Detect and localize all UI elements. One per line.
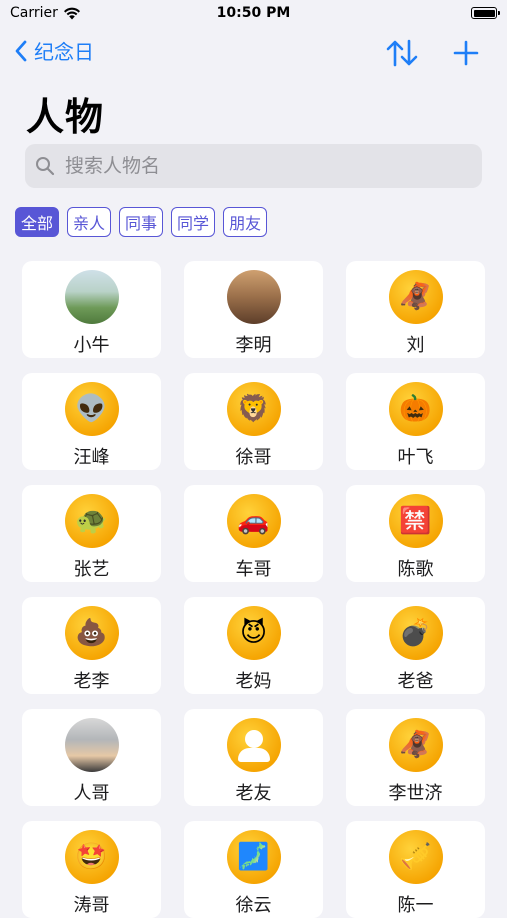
chevron-left-icon: [15, 40, 27, 61]
person-name: 老李: [73, 671, 110, 692]
search-input[interactable]: [63, 154, 467, 178]
person-card[interactable]: 🦧 李世济: [346, 709, 485, 806]
page-title: 人物: [26, 95, 105, 139]
person-name: 张艺: [73, 559, 110, 580]
search-icon: [36, 157, 55, 176]
person-card[interactable]: 🎺 陈一: [346, 821, 485, 918]
filter-chip-all[interactable]: 全部: [15, 207, 60, 237]
add-person-button[interactable]: [449, 36, 483, 70]
person-card[interactable]: 人哥: [22, 709, 161, 806]
bomb-icon: 💣: [388, 606, 443, 660]
turtle-icon: 🐢: [64, 494, 119, 548]
person-card[interactable]: 小牛: [22, 261, 161, 358]
person-card[interactable]: 💩 老李: [22, 597, 161, 694]
person-name: 汪峰: [73, 447, 110, 468]
person-card[interactable]: 🐢 张艺: [22, 485, 161, 582]
person-card[interactable]: 🦁 徐哥: [184, 373, 323, 470]
person-name: 叶飞: [397, 447, 434, 468]
poop-icon: 💩: [64, 606, 119, 660]
person-name: 李世济: [388, 783, 443, 804]
orangutan-icon: 🦧: [388, 718, 443, 772]
filter-chip-colleagues[interactable]: 同事: [119, 207, 164, 237]
filter-chip-family[interactable]: 亲人: [67, 207, 112, 237]
prohibited-sign-icon: 🈲: [388, 494, 443, 548]
person-card[interactable]: 👽 汪峰: [22, 373, 161, 470]
devil-icon: 😈: [226, 606, 281, 660]
alien-icon: 👽: [64, 382, 119, 436]
pumpkin-icon: 🎃: [388, 382, 443, 436]
person-card[interactable]: 🎃 叶飞: [346, 373, 485, 470]
sort-button[interactable]: [385, 36, 419, 70]
person-name: 涛哥: [73, 895, 110, 916]
person-name: 李明: [235, 335, 272, 356]
back-button[interactable]: 纪念日: [14, 36, 94, 65]
person-name: 刘: [406, 335, 425, 356]
battery-icon: [471, 7, 500, 19]
sort-arrows-icon: [386, 39, 418, 67]
search-bar[interactable]: [25, 144, 482, 188]
person-name: 陈一: [397, 895, 434, 916]
lion-icon: 🦁: [226, 382, 281, 436]
person-card[interactable]: 🗾 徐云: [184, 821, 323, 918]
plus-icon: [453, 40, 479, 66]
person-name: 人哥: [73, 783, 110, 804]
filter-chip-classmates[interactable]: 同学: [171, 207, 216, 237]
person-name: 车哥: [235, 559, 272, 580]
person-card[interactable]: 🈲 陈歌: [346, 485, 485, 582]
person-name: 老友: [235, 783, 272, 804]
filter-chip-label: 朋友: [229, 214, 262, 233]
person-icon: [226, 718, 281, 772]
person-card[interactable]: 李明: [184, 261, 323, 358]
person-card[interactable]: 💣 老爸: [346, 597, 485, 694]
filter-chip-label: 全部: [21, 214, 54, 233]
photo-avatar: [64, 270, 119, 324]
trumpet-icon: 🎺: [388, 830, 443, 884]
person-name: 小牛: [73, 335, 110, 356]
back-button-label: 纪念日: [34, 40, 94, 64]
person-name: 老爸: [397, 671, 434, 692]
person-card[interactable]: 😈 老妈: [184, 597, 323, 694]
star-struck-icon: 🤩: [64, 830, 119, 884]
person-name: 老妈: [235, 671, 272, 692]
filter-chip-label: 亲人: [73, 214, 106, 233]
car-icon: 🚗: [226, 494, 281, 548]
filter-chip-label: 同学: [177, 214, 210, 233]
person-card[interactable]: 🤩 涛哥: [22, 821, 161, 918]
person-card[interactable]: 🚗 车哥: [184, 485, 323, 582]
status-time: 10:50 PM: [216, 5, 291, 21]
filter-chips: 全部 亲人 同事 同学 朋友: [15, 207, 268, 237]
orangutan-icon: 🦧: [388, 270, 443, 324]
photo-avatar: [64, 718, 119, 772]
person-name: 徐云: [235, 895, 272, 916]
navigation-bar: 纪念日: [0, 32, 507, 74]
people-grid: 小牛 李明 🦧 刘 👽 汪峰 🦁 徐哥 🎃 叶飞 🐢 张艺 🚗 车哥 🈲 陈歌 💩 老李 😈 老妈 💣 老爸 人哥 老友 🦧 李世…: [22, 261, 486, 918]
person-name: 陈歌: [397, 559, 434, 580]
person-card[interactable]: 老友: [184, 709, 323, 806]
person-card[interactable]: 🦧 刘: [346, 261, 485, 358]
filter-chip-friends[interactable]: 朋友: [223, 207, 268, 237]
person-name: 徐哥: [235, 447, 272, 468]
status-bar: Carrier 10:50 PM: [0, 0, 507, 30]
map-icon: 🗾: [226, 830, 281, 884]
filter-chip-label: 同事: [125, 214, 158, 233]
photo-avatar: [226, 270, 281, 324]
